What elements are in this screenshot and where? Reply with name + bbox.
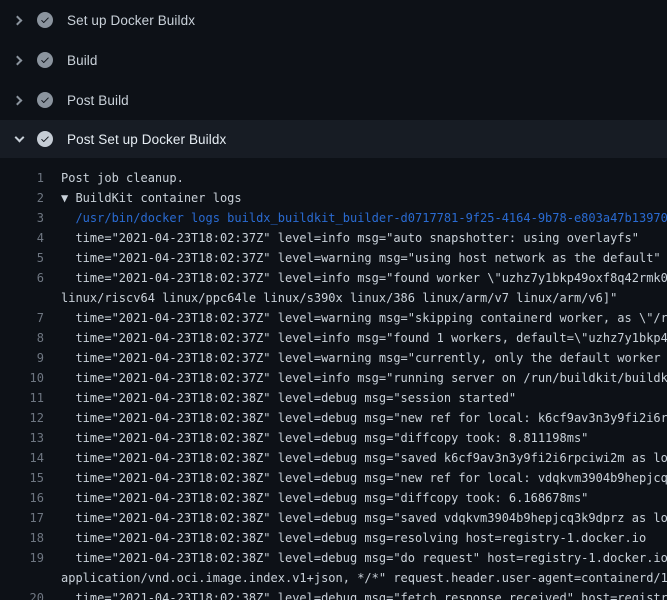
- log-text: time="2021-04-23T18:02:37Z" level=info m…: [61, 228, 667, 248]
- log-line: 14 time="2021-04-23T18:02:38Z" level=deb…: [0, 448, 667, 468]
- log-line-number[interactable]: 16: [0, 488, 44, 508]
- log-line-number[interactable]: 8: [0, 328, 44, 348]
- log-line: 6 time="2021-04-23T18:02:37Z" level=info…: [0, 268, 667, 308]
- chevron-right-icon[interactable]: [10, 91, 28, 109]
- log-line: 11 time="2021-04-23T18:02:38Z" level=deb…: [0, 388, 667, 408]
- log-text: time="2021-04-23T18:02:37Z" level=info m…: [61, 368, 667, 388]
- log-line: 9 time="2021-04-23T18:02:37Z" level=warn…: [0, 348, 667, 368]
- log-text: time="2021-04-23T18:02:37Z" level=warnin…: [61, 308, 667, 328]
- step-label: Post Build: [67, 93, 129, 108]
- log-text: time="2021-04-23T18:02:38Z" level=debug …: [61, 448, 667, 468]
- chevron-right-icon[interactable]: [10, 11, 28, 29]
- log-text: ▼ BuildKit container logs: [61, 188, 667, 208]
- log-line-number[interactable]: 15: [0, 468, 44, 488]
- log-text: time="2021-04-23T18:02:38Z" level=debug …: [61, 488, 667, 508]
- log-line-number[interactable]: 13: [0, 428, 44, 448]
- log-text: time="2021-04-23T18:02:37Z" level=info m…: [61, 268, 667, 308]
- log-line-number[interactable]: 3: [0, 208, 44, 228]
- log-line: 17 time="2021-04-23T18:02:38Z" level=deb…: [0, 508, 667, 528]
- check-circle-icon: [37, 52, 53, 68]
- step-label: Post Set up Docker Buildx: [67, 132, 226, 147]
- log-text: time="2021-04-23T18:02:38Z" level=debug …: [61, 548, 667, 588]
- log-text: time="2021-04-23T18:02:37Z" level=warnin…: [61, 348, 667, 368]
- log-line-number[interactable]: 19: [0, 548, 44, 568]
- log-line-number[interactable]: 6: [0, 268, 44, 288]
- log-line-number[interactable]: 5: [0, 248, 44, 268]
- log-command-text: /usr/bin/docker logs buildx_buildkit_bui…: [61, 208, 667, 228]
- log-line-number[interactable]: 7: [0, 308, 44, 328]
- log-line: 3 /usr/bin/docker logs buildx_buildkit_b…: [0, 208, 667, 228]
- log-line: 5 time="2021-04-23T18:02:37Z" level=warn…: [0, 248, 667, 268]
- log-text: time="2021-04-23T18:02:38Z" level=debug …: [61, 408, 667, 428]
- log-line-number[interactable]: 14: [0, 448, 44, 468]
- log-line: 13 time="2021-04-23T18:02:38Z" level=deb…: [0, 428, 667, 448]
- log-line-number[interactable]: 1: [0, 168, 44, 188]
- log-text: Post job cleanup.: [61, 168, 667, 188]
- step-label: Build: [67, 53, 98, 68]
- chevron-right-icon[interactable]: [10, 51, 28, 69]
- log-text: time="2021-04-23T18:02:38Z" level=debug …: [61, 528, 667, 548]
- log-line: 15 time="2021-04-23T18:02:38Z" level=deb…: [0, 468, 667, 488]
- check-circle-icon: [37, 131, 53, 147]
- step-row-post-build[interactable]: Post Build: [0, 80, 667, 120]
- log-line: 20 time="2021-04-23T18:02:38Z" level=deb…: [0, 588, 667, 600]
- log-line-number[interactable]: 10: [0, 368, 44, 388]
- log-line-number[interactable]: 11: [0, 388, 44, 408]
- log-line-number[interactable]: 2: [0, 188, 44, 208]
- log-text: time="2021-04-23T18:02:37Z" level=warnin…: [61, 248, 667, 268]
- log-text: time="2021-04-23T18:02:38Z" level=debug …: [61, 588, 667, 600]
- log-line-number[interactable]: 9: [0, 348, 44, 368]
- log-text: time="2021-04-23T18:02:38Z" level=debug …: [61, 428, 667, 448]
- log-line-number[interactable]: 20: [0, 588, 44, 600]
- check-circle-icon: [37, 92, 53, 108]
- step-row-set-up-docker-buildx[interactable]: Set up Docker Buildx: [0, 0, 667, 40]
- log-line: 1 Post job cleanup.: [0, 168, 667, 188]
- log-line-number[interactable]: 17: [0, 508, 44, 528]
- log-group-triangle-icon[interactable]: ▼: [61, 191, 75, 205]
- log-line: 12 time="2021-04-23T18:02:38Z" level=deb…: [0, 408, 667, 428]
- check-circle-icon: [37, 12, 53, 28]
- steps-list: Set up Docker Buildx Build Post Build Po…: [0, 0, 667, 158]
- step-row-build[interactable]: Build: [0, 40, 667, 80]
- log-line: 16 time="2021-04-23T18:02:38Z" level=deb…: [0, 488, 667, 508]
- log-line-number[interactable]: 12: [0, 408, 44, 428]
- log-lines: 1 Post job cleanup. 2 ▼ BuildKit container …: [0, 168, 667, 600]
- log-line: 2 ▼ BuildKit container logs: [0, 188, 667, 208]
- log-line: 7 time="2021-04-23T18:02:37Z" level=warn…: [0, 308, 667, 328]
- log-text: time="2021-04-23T18:02:37Z" level=info m…: [61, 328, 667, 348]
- step-row-post-set-up-docker-buildx[interactable]: Post Set up Docker Buildx: [0, 120, 667, 158]
- log-line: 10 time="2021-04-23T18:02:37Z" level=inf…: [0, 368, 667, 388]
- step-label: Set up Docker Buildx: [67, 13, 195, 28]
- log-text: time="2021-04-23T18:02:38Z" level=debug …: [61, 388, 667, 408]
- chevron-down-icon[interactable]: [10, 130, 28, 148]
- log-area: 1 Post job cleanup. 2 ▼ BuildKit container …: [0, 158, 667, 600]
- log-line-number[interactable]: 4: [0, 228, 44, 248]
- log-line: 4 time="2021-04-23T18:02:37Z" level=info…: [0, 228, 667, 248]
- log-line: 19 time="2021-04-23T18:02:38Z" level=deb…: [0, 548, 667, 588]
- log-line: 18 time="2021-04-23T18:02:38Z" level=deb…: [0, 528, 667, 548]
- log-line-number[interactable]: 18: [0, 528, 44, 548]
- log-line: 8 time="2021-04-23T18:02:37Z" level=info…: [0, 328, 667, 348]
- log-text: time="2021-04-23T18:02:38Z" level=debug …: [61, 508, 667, 528]
- log-text: time="2021-04-23T18:02:38Z" level=debug …: [61, 468, 667, 488]
